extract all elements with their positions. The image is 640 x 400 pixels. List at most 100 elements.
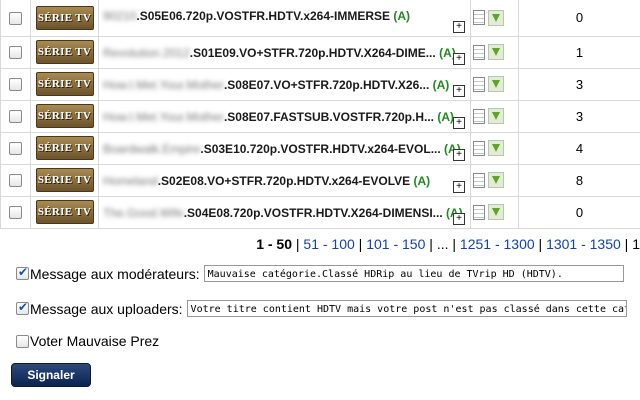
torrent-name-blurred: Revolution.2012 [103, 45, 190, 60]
torrent-name-cell: How.I.Met.Your.Mother.S08E07.FASTSUB.VOS… [98, 99, 471, 133]
table-row: SÉRIE TV Homeland.S02E08.VO+STFR.720p.HDT… [0, 163, 640, 197]
category-cell: SÉRIE TV [30, 67, 99, 101]
torrent-name-blurred: How.I.Met.Your.Mother [103, 77, 224, 92]
row-select-cell [0, 99, 31, 133]
pagination-link-1301-1350[interactable]: 1301 - 1350 [546, 236, 621, 252]
approval-tag: (A) [432, 77, 450, 92]
row-select-checkbox[interactable] [9, 206, 22, 220]
torrent-name-text: .S04E08.720p.VOSTFR.HDTV.X264-DIMENSI... [183, 205, 443, 220]
download-arrow-icon[interactable] [488, 172, 504, 188]
expand-plus-icon[interactable]: + [453, 20, 465, 33]
torrent-name-link[interactable]: 90210.S05E06.720p.VOSTFR.HDTV.x264-IMMER… [103, 9, 410, 23]
torrent-name-link[interactable]: Homeland.S02E08.VO+STFR.720p.HDTV.x264-E… [103, 174, 430, 188]
approval-tag: (A) [437, 109, 455, 124]
download-arrow-icon[interactable] [488, 108, 504, 124]
expand-plus-icon[interactable]: + [453, 52, 465, 65]
moderators-message-row: Message aux modérateurs: Mauvaise catégo… [16, 265, 624, 282]
vote-bad-prez-label: Voter Mauvaise Prez [30, 333, 160, 349]
row-select-checkbox[interactable] [9, 174, 22, 188]
category-cell: SÉRIE TV [30, 0, 99, 37]
category-cell: SÉRIE TV [30, 35, 99, 69]
actions-cell [470, 35, 519, 69]
count-cell: 0 [518, 195, 640, 229]
pagination-link-1251-1300[interactable]: 1251 - 1300 [460, 236, 535, 252]
moderators-message-input[interactable]: Mauvaise catégorie.Classé HDRip au lieu … [203, 265, 624, 282]
actions-cell [470, 195, 519, 229]
category-cell: SÉRIE TV [30, 99, 99, 133]
actions-cell [470, 99, 519, 133]
expand-plus-icon[interactable]: + [453, 212, 465, 225]
torrent-name-link[interactable]: Revolution.2012.S01E09.VO+STFR.720p.HDTV… [103, 46, 456, 60]
table-row: SÉRIE TV How.I.Met.Your.Mother.S08E07.VO+… [0, 67, 640, 101]
expand-plus-icon[interactable]: + [453, 180, 465, 193]
nfo-document-icon[interactable] [473, 204, 485, 220]
vote-bad-prez-checkbox[interactable] [16, 334, 29, 348]
torrent-name-link[interactable]: How.I.Met.Your.Mother.S08E07.FASTSUB.VOS… [103, 110, 454, 124]
row-select-checkbox[interactable] [9, 110, 22, 124]
torrent-name-text: .S08E07.VO+STFR.720p.HDTV.X26... [223, 77, 430, 92]
expand-plus-icon[interactable]: + [453, 116, 465, 129]
expand-plus-icon[interactable]: + [453, 84, 465, 97]
row-select-cell [0, 131, 31, 165]
torrent-name-text: .S08E07.FASTSUB.VOSTFR.720p.H... [223, 109, 435, 124]
torrent-name-text: .S01E09.VO+STFR.720p.HDTV.X264-DIME... [189, 45, 436, 60]
row-select-cell [0, 35, 31, 69]
torrent-name-cell: Homeland.S02E08.VO+STFR.720p.HDTV.x264-E… [98, 163, 471, 197]
row-select-checkbox[interactable] [9, 46, 22, 60]
download-arrow-icon[interactable] [488, 76, 504, 92]
pagination-link-101-150[interactable]: 101 - 150 [366, 236, 425, 252]
category-badge[interactable]: SÉRIE TV [35, 168, 94, 192]
approval-tag: (A) [393, 9, 411, 23]
download-arrow-icon[interactable] [488, 140, 504, 156]
row-select-checkbox[interactable] [9, 78, 22, 92]
pagination-ellipsis: ... [436, 236, 449, 252]
torrent-name-cell: Revolution.2012.S01E09.VO+STFR.720p.HDTV… [98, 35, 471, 69]
category-badge[interactable]: SÉRIE TV [35, 200, 94, 224]
nfo-document-icon[interactable] [473, 76, 485, 92]
table-row: SÉRIE TV The.Good.Wife.S04E08.720p.VOSTFR… [0, 195, 640, 229]
torrent-name-text: .S03E10.720p.VOSTFR.HDTV.x264-EVOL... [200, 141, 441, 156]
category-cell: SÉRIE TV [30, 163, 99, 197]
approval-tag: (A) [413, 173, 431, 188]
download-arrow-icon[interactable] [488, 204, 504, 220]
nfo-document-icon[interactable] [473, 44, 485, 60]
uploaders-message-label: Message aux uploaders: [30, 300, 183, 317]
uploaders-message-checkbox[interactable] [16, 300, 29, 315]
download-arrow-icon[interactable] [488, 44, 504, 60]
category-badge[interactable]: SÉRIE TV [35, 5, 94, 30]
torrent-name-link[interactable]: The.Good.Wife.S04E08.720p.VOSTFR.HDTV.X2… [103, 206, 463, 220]
count-cell: 0 [518, 0, 640, 37]
torrent-table-body: SÉRIE TV 90210.S05E06.720p.VOSTFR.HDTV.x2… [0, 0, 640, 229]
pagination-current: 1 - 50 [256, 236, 292, 252]
report-button[interactable]: Signaler [11, 363, 91, 387]
moderators-message-label: Message aux modérateurs: [30, 265, 200, 282]
actions-cell [470, 67, 519, 101]
torrent-name-cell: How.I.Met.Your.Mother.S08E07.VO+STFR.720… [98, 67, 471, 101]
expand-plus-icon[interactable]: + [453, 148, 465, 161]
row-select-checkbox[interactable] [9, 142, 22, 156]
moderators-message-checkbox[interactable] [16, 265, 29, 280]
nfo-document-icon[interactable] [473, 172, 485, 188]
torrent-name-blurred: The.Good.Wife [103, 205, 184, 220]
torrent-name-link[interactable]: Boardwalk.Empire.S03E10.720p.VOSTFR.HDTV… [103, 142, 461, 156]
row-select-cell [0, 163, 31, 197]
row-select-checkbox[interactable] [9, 11, 22, 25]
nfo-document-icon[interactable] [473, 108, 485, 124]
pagination-trailing: | 1 [620, 236, 640, 252]
nfo-document-icon[interactable] [473, 140, 485, 156]
category-badge[interactable]: SÉRIE TV [35, 72, 94, 96]
download-arrow-icon[interactable] [488, 9, 504, 26]
torrent-name-blurred: How.I.Met.Your.Mother [103, 109, 224, 124]
torrent-name-link[interactable]: How.I.Met.Your.Mother.S08E07.VO+STFR.720… [103, 78, 449, 92]
pagination-link-51-100[interactable]: 51 - 100 [303, 236, 354, 252]
count-cell: 4 [518, 131, 640, 165]
row-select-cell [0, 0, 31, 37]
uploaders-message-input[interactable]: Votre titre contient HDTV mais votre pos… [186, 300, 627, 317]
category-badge[interactable]: SÉRIE TV [35, 104, 94, 128]
category-badge[interactable]: SÉRIE TV [35, 136, 94, 160]
nfo-document-icon[interactable] [473, 10, 485, 26]
category-cell: SÉRIE TV [30, 195, 99, 229]
category-badge[interactable]: SÉRIE TV [35, 40, 94, 64]
torrent-name-blurred: Homeland [103, 173, 158, 188]
table-row: SÉRIE TV Revolution.2012.S01E09.VO+STFR.7… [0, 35, 640, 69]
